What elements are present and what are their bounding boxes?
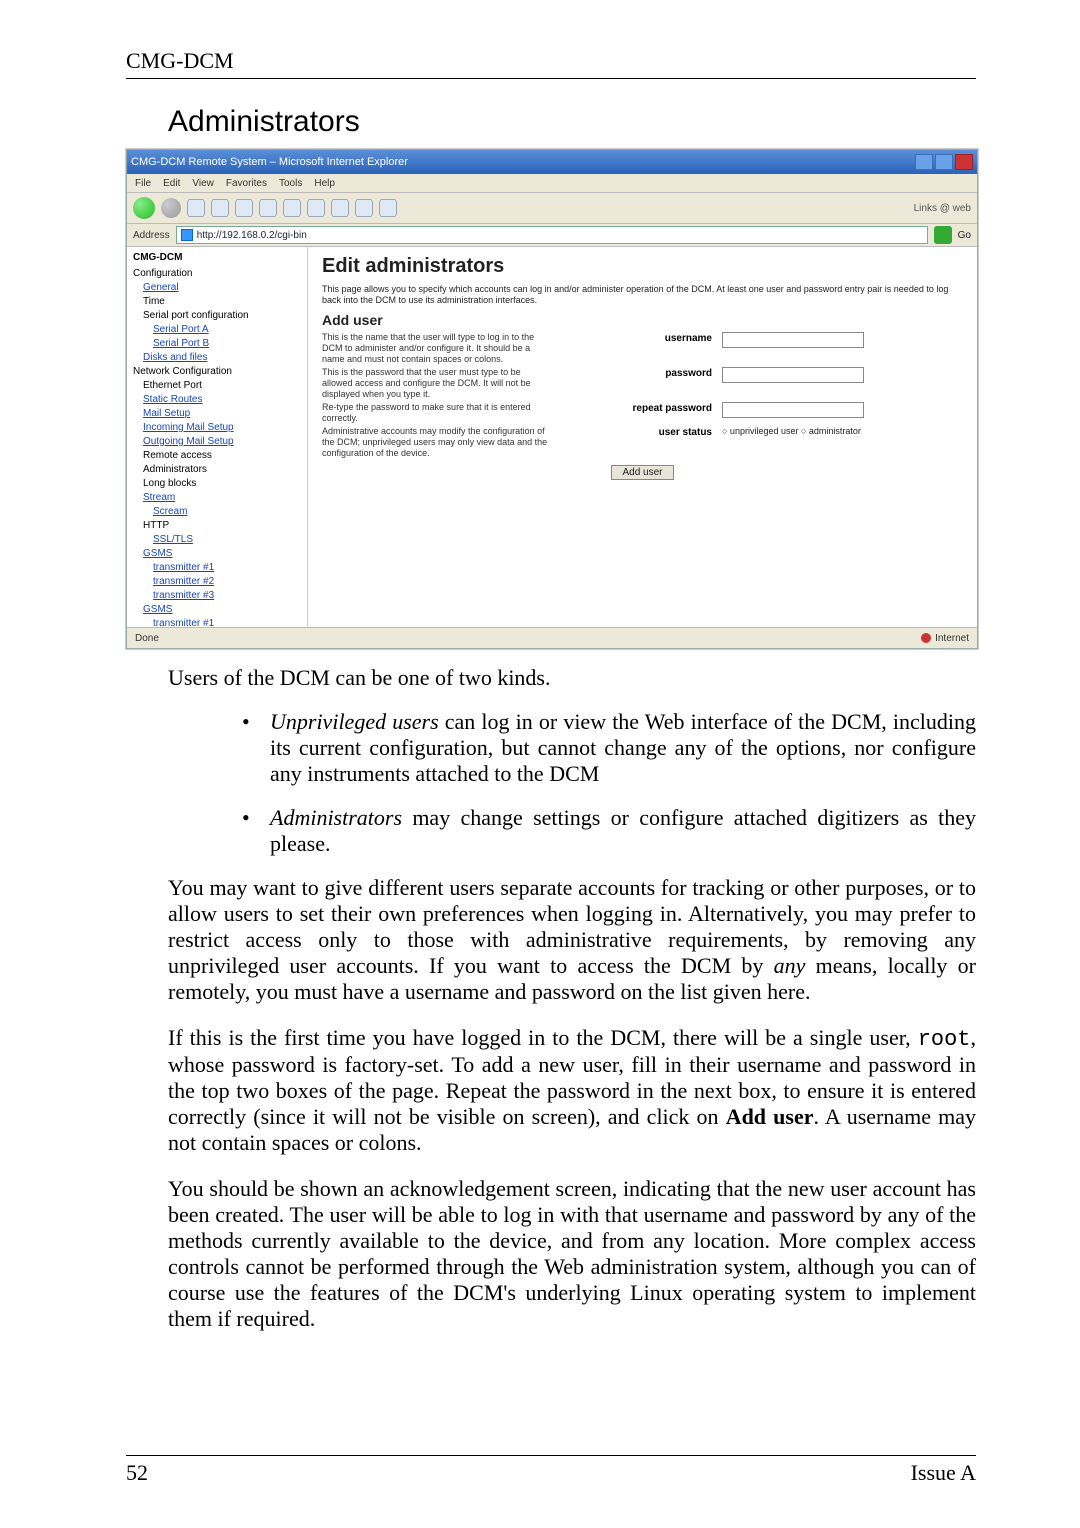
print-icon[interactable] [355, 199, 373, 217]
toolbar: Links @ web [127, 193, 977, 224]
page-icon [181, 229, 193, 241]
edit-icon[interactable] [379, 199, 397, 217]
status-right: Internet [935, 633, 969, 644]
menu-item[interactable]: Edit [163, 178, 180, 189]
search-icon[interactable] [259, 199, 277, 217]
field-desc: Re-type the password to make sure that i… [322, 402, 552, 424]
window-close-icon[interactable] [955, 154, 973, 170]
menu-item[interactable]: Tools [279, 178, 302, 189]
running-head: CMG-DCM [126, 48, 234, 73]
page-number: 52 [126, 1460, 148, 1486]
sidebar-link[interactable]: transmitter #1 [153, 561, 301, 575]
menu-item[interactable]: File [135, 178, 151, 189]
paragraph: You may want to give different users sep… [168, 875, 976, 1005]
bullet-item: Unprivileged users can log in or view th… [242, 709, 976, 787]
toolbar-links: Links @ web [914, 203, 971, 214]
sidebar-link[interactable]: General [143, 281, 301, 295]
menubar: File Edit View Favorites Tools Help [127, 174, 977, 193]
sidebar-link[interactable]: Scream [153, 505, 301, 519]
field-desc: This is the name that the user will type… [322, 332, 552, 365]
sidebar-item: Remote access [143, 449, 301, 463]
history-icon[interactable] [307, 199, 325, 217]
field-label: repeat password [562, 402, 712, 414]
sidebar-root: CMG-DCM [133, 251, 301, 265]
back-icon[interactable] [133, 197, 155, 219]
field-desc: This is the password that the user must … [322, 367, 552, 400]
window-minimize-icon[interactable] [915, 154, 933, 170]
bullet-em: Unprivileged users [270, 709, 439, 734]
sidebar-link[interactable]: Outgoing Mail Setup [143, 435, 301, 449]
refresh-icon[interactable] [211, 199, 229, 217]
sidebar-link[interactable]: Serial Port B [153, 337, 301, 351]
sidebar-item: Long blocks [143, 477, 301, 491]
intro-line: Users of the DCM can be one of two kinds… [168, 665, 976, 691]
sidebar-link[interactable]: GSMS [143, 603, 301, 617]
page-heading: Edit administrators [322, 255, 963, 278]
sidebar-link[interactable]: transmitter #2 [153, 575, 301, 589]
address-bar: Address http://192.168.0.2/cgi-bin Go [127, 224, 977, 247]
paragraph: You should be shown an acknowledgement s… [168, 1176, 976, 1332]
issue-label: Issue A [911, 1460, 976, 1486]
section-heading: Administrators [168, 105, 976, 139]
status-bar: Done Internet [127, 627, 977, 648]
forward-icon[interactable] [161, 198, 181, 218]
home-icon[interactable] [235, 199, 253, 217]
bullet-em: Administrators [270, 805, 402, 830]
sidebar-item: Ethernet Port [143, 379, 301, 393]
page-intro: This page allows you to specify which ac… [322, 284, 963, 306]
menu-item[interactable]: Help [314, 178, 335, 189]
sidebar-link[interactable]: Serial Port A [153, 323, 301, 337]
window-title: CMG-DCM Remote System – Microsoft Intern… [131, 156, 408, 168]
sidebar-item: Time [143, 295, 301, 309]
sidebar-link[interactable]: Mail Setup [143, 407, 301, 421]
user-status-options[interactable]: ○ unprivileged user ○ administrator [722, 426, 861, 436]
go-label: Go [958, 230, 971, 241]
favorites-icon[interactable] [283, 199, 301, 217]
username-input[interactable] [722, 332, 864, 348]
sidebar-item: Configuration [133, 267, 301, 281]
address-input[interactable]: http://192.168.0.2/cgi-bin [176, 226, 928, 244]
address-label: Address [133, 230, 170, 241]
field-desc: Administrative accounts may modify the c… [322, 426, 552, 459]
sidebar-link[interactable]: Disks and files [143, 351, 301, 365]
sidebar-item: Serial port configuration [143, 309, 301, 323]
add-user-button[interactable]: Add user [611, 465, 673, 480]
bullet-item: Administrators may change settings or co… [242, 805, 976, 857]
main-panel: Edit administrators This page allows you… [308, 247, 977, 631]
zone-icon [921, 633, 931, 643]
mail-icon[interactable] [331, 199, 349, 217]
menu-item[interactable]: View [192, 178, 214, 189]
password-input[interactable] [722, 367, 864, 383]
field-label: password [562, 367, 712, 379]
sidebar-item: Network Configuration [133, 365, 301, 379]
sidebar-link[interactable]: Static Routes [143, 393, 301, 407]
menu-item[interactable]: Favorites [226, 178, 267, 189]
form-heading: Add user [322, 312, 963, 328]
sidebar-link[interactable]: GSMS [143, 547, 301, 561]
nav-sidebar: CMG-DCM Configuration General Time Seria… [127, 247, 308, 631]
sidebar-link[interactable]: transmitter #3 [153, 589, 301, 603]
window-maximize-icon[interactable] [935, 154, 953, 170]
sidebar-link[interactable]: Incoming Mail Setup [143, 421, 301, 435]
sidebar-item: HTTP [143, 519, 301, 533]
address-value: http://192.168.0.2/cgi-bin [197, 230, 307, 241]
browser-screenshot: CMG-DCM Remote System – Microsoft Intern… [126, 149, 978, 649]
field-label: username [562, 332, 712, 344]
sidebar-item-current: Administrators [143, 463, 301, 477]
repeat-password-input[interactable] [722, 402, 864, 418]
paragraph: If this is the first time you have logge… [168, 1025, 976, 1157]
status-left: Done [135, 633, 159, 644]
window-titlebar: CMG-DCM Remote System – Microsoft Intern… [127, 150, 977, 174]
sidebar-link[interactable]: SSL/TLS [153, 533, 301, 547]
field-label: user status [562, 426, 712, 438]
sidebar-link[interactable]: Stream [143, 491, 301, 505]
stop-icon[interactable] [187, 199, 205, 217]
go-button[interactable] [934, 226, 952, 244]
